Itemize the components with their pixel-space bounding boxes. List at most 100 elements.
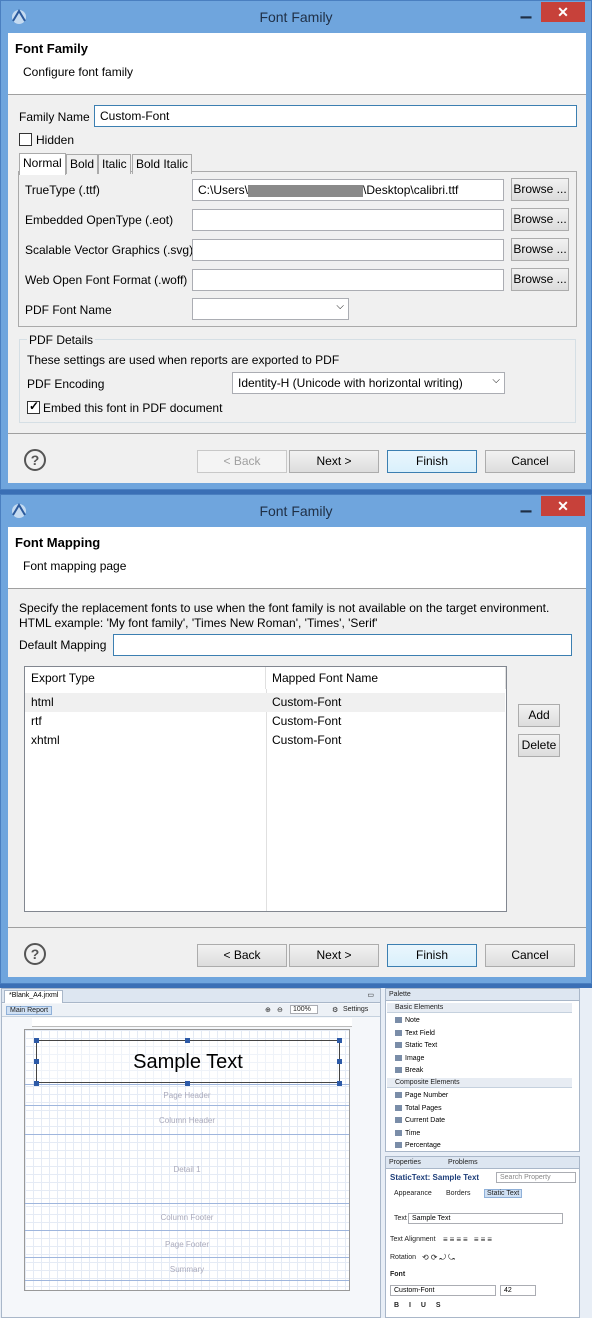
column-header-mapped-font[interactable]: Mapped Font Name: [266, 667, 506, 689]
detail-band[interactable]: Detail 1: [25, 1136, 349, 1204]
next-button[interactable]: Next >: [289, 450, 379, 473]
eot-input[interactable]: [192, 209, 504, 231]
help-icon[interactable]: ?: [24, 943, 46, 965]
delete-button[interactable]: Delete: [518, 734, 560, 757]
table-row[interactable]: xhtml Custom-Font: [25, 731, 505, 750]
back-button[interactable]: < Back: [197, 450, 287, 473]
tab-bold-italic[interactable]: Bold Italic: [132, 154, 193, 174]
font-name-select[interactable]: Custom-Font: [390, 1285, 496, 1296]
palette-title[interactable]: Palette: [389, 991, 411, 998]
finish-button[interactable]: Finish: [387, 450, 477, 473]
resize-handle[interactable]: [34, 1059, 39, 1064]
cancel-button[interactable]: Cancel: [485, 450, 575, 473]
tab-italic[interactable]: Italic: [98, 154, 131, 174]
basic-elements-section[interactable]: Basic Elements: [387, 1003, 572, 1013]
default-mapping-input[interactable]: [113, 634, 572, 656]
maximize-icon[interactable]: ▭: [367, 991, 374, 999]
column-header-band[interactable]: Column Header: [25, 1107, 349, 1135]
settings-icon[interactable]: ⚙: [332, 1006, 338, 1014]
svg-input[interactable]: [192, 239, 504, 261]
appearance-tab[interactable]: Appearance: [394, 1190, 432, 1197]
search-property-input[interactable]: Search Property: [496, 1172, 576, 1183]
browse-ttf-button[interactable]: Browse ...: [511, 178, 569, 201]
mapped-font-cell: Custom-Font: [272, 733, 342, 747]
family-name-input[interactable]: Custom-Font: [94, 105, 577, 127]
align-buttons-icon[interactable]: ≡≡≡≡ ≡≡≡: [443, 1235, 494, 1244]
browse-eot-button[interactable]: Browse ...: [511, 208, 569, 231]
hidden-checkbox[interactable]: [19, 133, 32, 146]
zoom-out-icon[interactable]: ⊖: [277, 1006, 283, 1014]
resize-handle[interactable]: [337, 1059, 342, 1064]
resize-handle[interactable]: [337, 1038, 342, 1043]
palette-item-percentage[interactable]: Percentage: [395, 1142, 441, 1149]
palette-item-text-field[interactable]: Text Field: [395, 1030, 435, 1037]
note-icon: [395, 1017, 402, 1024]
palette-item-label: Static Text: [405, 1042, 438, 1049]
tab-normal[interactable]: Normal: [19, 153, 66, 175]
column-header-export-type[interactable]: Export Type: [25, 667, 266, 689]
pdf-font-name-select[interactable]: ⌵: [192, 298, 349, 320]
tab-bold[interactable]: Bold: [66, 154, 99, 174]
close-icon[interactable]: ✕: [541, 496, 585, 516]
minimize-icon[interactable]: ▁: [513, 496, 539, 516]
next-button[interactable]: Next >: [289, 944, 379, 967]
main-report-tab[interactable]: Main Report: [6, 1006, 53, 1015]
add-button[interactable]: Add: [518, 704, 560, 727]
mapped-font-cell: Custom-Font: [272, 714, 342, 728]
palette-item-label: Time: [405, 1130, 421, 1137]
woff-input[interactable]: [192, 269, 504, 291]
palette-item-page-number[interactable]: Page Number: [395, 1092, 448, 1099]
column-footer-band[interactable]: Column Footer: [25, 1205, 349, 1231]
woff-label: Web Open Font Format (.woff): [25, 273, 188, 287]
palette-item-total-pages[interactable]: Total Pages: [395, 1105, 442, 1112]
editor-tab[interactable]: *Blank_A4.jrxml: [4, 990, 64, 1003]
properties-tab[interactable]: Properties: [389, 1159, 421, 1166]
finish-button[interactable]: Finish: [387, 944, 477, 967]
browse-woff-button[interactable]: Browse ...: [511, 268, 569, 291]
summary-band[interactable]: Summary: [25, 1259, 349, 1281]
palette-panel: Palette Basic Elements Note Text Field S…: [385, 988, 580, 1152]
sample-text-element[interactable]: Sample Text: [36, 1040, 340, 1083]
banner: Font Mapping Font mapping page: [8, 527, 586, 589]
embed-font-checkbox[interactable]: ✓: [27, 399, 40, 414]
text-property-input[interactable]: Sample Text: [408, 1213, 563, 1224]
table-row[interactable]: rtf Custom-Font: [25, 712, 505, 731]
browse-svg-button[interactable]: Browse ...: [511, 238, 569, 261]
problems-tab[interactable]: Problems: [448, 1159, 478, 1166]
percentage-icon: [395, 1142, 402, 1149]
table-row[interactable]: html Custom-Font: [25, 693, 505, 712]
palette-item-label: Note: [405, 1017, 420, 1024]
mapped-font-cell: Custom-Font: [272, 695, 342, 709]
zoom-select[interactable]: 100%: [290, 1005, 318, 1014]
font-style-buttons-icon[interactable]: B I U S: [394, 1302, 445, 1309]
truetype-input[interactable]: C:\Users\ \Desktop\calibri.ttf: [192, 179, 504, 201]
composite-elements-section[interactable]: Composite Elements: [387, 1078, 572, 1088]
borders-tab[interactable]: Borders: [446, 1190, 471, 1197]
clock-icon: [395, 1130, 402, 1137]
cancel-button[interactable]: Cancel: [485, 944, 575, 967]
help-icon[interactable]: ?: [24, 449, 46, 471]
font-section-label[interactable]: Font: [390, 1271, 405, 1278]
palette-item-time[interactable]: Time: [395, 1130, 420, 1137]
text-property-label: Text: [394, 1215, 407, 1222]
page-footer-band[interactable]: Page Footer: [25, 1232, 349, 1258]
rotation-buttons-icon[interactable]: ⟲⟳⤾⤿: [422, 1253, 457, 1263]
pdf-encoding-select[interactable]: Identity-H (Unicode with horizontal writ…: [232, 372, 505, 394]
font-size-select[interactable]: 42: [500, 1285, 536, 1296]
palette-item-note[interactable]: Note: [395, 1017, 420, 1024]
text-alignment-label: Text Alignment: [390, 1236, 436, 1243]
page-header-band[interactable]: Page Header: [25, 1086, 349, 1106]
palette-item-static-text[interactable]: Static Text: [395, 1042, 437, 1049]
palette-item-image[interactable]: Image: [395, 1055, 424, 1062]
minimize-icon[interactable]: ▁: [513, 2, 539, 22]
resize-handle[interactable]: [34, 1038, 39, 1043]
palette-item-current-date[interactable]: Current Date: [395, 1117, 445, 1124]
back-button[interactable]: < Back: [197, 944, 287, 967]
report-canvas[interactable]: Sample Text Page Header Column Header De…: [24, 1029, 350, 1291]
close-icon[interactable]: ✕: [541, 2, 585, 22]
static-text-tab[interactable]: Static Text: [484, 1189, 523, 1198]
resize-handle[interactable]: [185, 1038, 190, 1043]
zoom-in-icon[interactable]: ⊕: [265, 1006, 271, 1014]
settings-menu[interactable]: Settings: [343, 1006, 368, 1013]
palette-item-break[interactable]: Break: [395, 1067, 423, 1074]
